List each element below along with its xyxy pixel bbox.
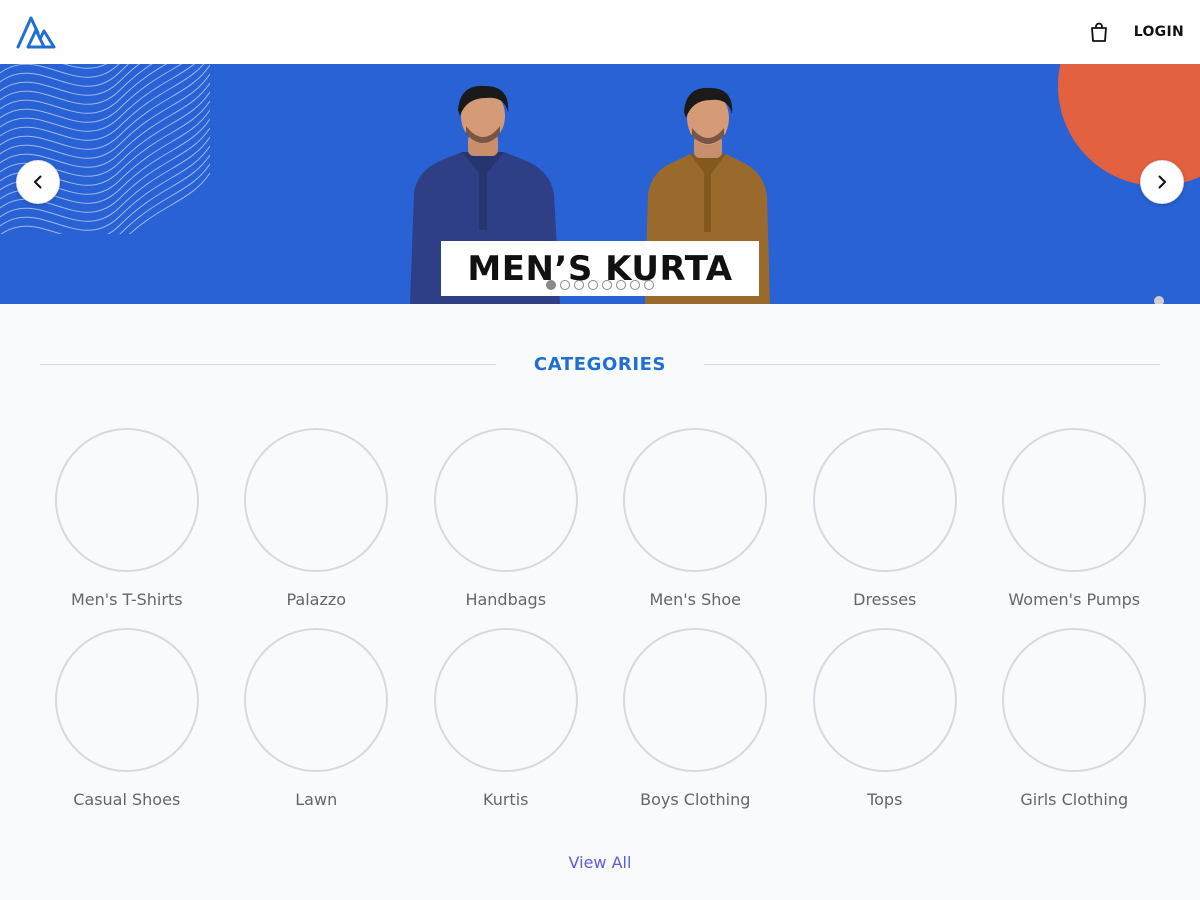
categories-heading: CATEGORIES (533, 354, 667, 375)
category-label: Men's T-Shirts (70, 590, 183, 609)
category-label: Women's Pumps (1008, 590, 1141, 609)
category-image-placeholder[interactable] (433, 428, 578, 572)
category-label: Boys Clothing (640, 790, 751, 809)
category-image-placeholder[interactable] (433, 628, 578, 772)
carousel-dot[interactable] (546, 280, 556, 290)
category-image-placeholder[interactable] (623, 628, 768, 772)
category-label: Girls Clothing (1020, 790, 1129, 809)
category-item[interactable]: Palazzo (222, 428, 412, 628)
categories-grid: Men's T-Shirts Palazzo Handbags Men's Shoe D… (32, 428, 1168, 828)
carousel-dot[interactable] (616, 280, 626, 290)
view-all-link[interactable]: View All (0, 853, 1200, 872)
category-image-placeholder[interactable] (244, 628, 389, 772)
login-link[interactable]: LOGIN (1134, 24, 1184, 40)
category-image-placeholder[interactable] (812, 428, 957, 572)
category-item[interactable]: Tops (790, 628, 980, 828)
category-image-placeholder[interactable] (812, 628, 957, 772)
category-label: Palazzo (286, 590, 347, 609)
category-image-placeholder[interactable] (1002, 428, 1147, 572)
category-label: Kurtis (483, 790, 529, 809)
carousel-dot[interactable] (630, 280, 640, 290)
carousel-dot[interactable] (574, 280, 584, 290)
category-item[interactable]: Girls Clothing (980, 628, 1170, 828)
category-label: Lawn (295, 790, 338, 809)
category-item[interactable]: Dresses (790, 428, 980, 628)
category-image-placeholder[interactable] (623, 428, 768, 572)
carousel-next-button[interactable] (1140, 160, 1184, 204)
carousel-dot[interactable] (644, 280, 654, 290)
category-image-placeholder[interactable] (54, 428, 199, 572)
category-label: Tops (867, 790, 903, 809)
category-image-placeholder[interactable] (1002, 628, 1147, 772)
category-image-placeholder[interactable] (54, 628, 199, 772)
wave-line (0, 64, 141, 96)
carousel-prev-button[interactable] (16, 160, 60, 204)
carousel-pagination (546, 280, 654, 290)
hero-carousel: MEN’S KURTA (0, 64, 1200, 304)
category-item[interactable]: Lawn (222, 628, 412, 828)
categories-heading-row: CATEGORIES (40, 354, 1160, 378)
category-label: Men's Shoe (649, 590, 742, 609)
category-item[interactable]: Boys Clothing (601, 628, 791, 828)
triangle-stripes-logo-icon[interactable] (16, 15, 56, 49)
chevron-right-icon (1158, 175, 1166, 189)
carousel-dot[interactable] (602, 280, 612, 290)
shopping-bag-icon[interactable] (1090, 22, 1108, 42)
category-item[interactable]: Women's Pumps (980, 428, 1170, 628)
category-item[interactable]: Kurtis (411, 628, 601, 828)
wave-pattern-decoration (0, 64, 210, 234)
category-item[interactable]: Men's Shoe (601, 428, 791, 628)
category-item[interactable]: Men's T-Shirts (32, 428, 222, 628)
category-item[interactable]: Casual Shoes (32, 628, 222, 828)
category-label: Dresses (853, 590, 917, 609)
category-label: Handbags (465, 590, 547, 609)
header-actions: LOGIN (1090, 22, 1184, 42)
chevron-left-icon (34, 175, 42, 189)
site-header: LOGIN (0, 0, 1200, 64)
carousel-dot[interactable] (588, 280, 598, 290)
category-label: Casual Shoes (73, 790, 181, 809)
wave-line (0, 64, 168, 114)
category-item[interactable]: Handbags (411, 428, 601, 628)
carousel-side-indicator (1154, 296, 1164, 304)
carousel-dot[interactable] (560, 280, 570, 290)
category-image-placeholder[interactable] (244, 428, 389, 572)
